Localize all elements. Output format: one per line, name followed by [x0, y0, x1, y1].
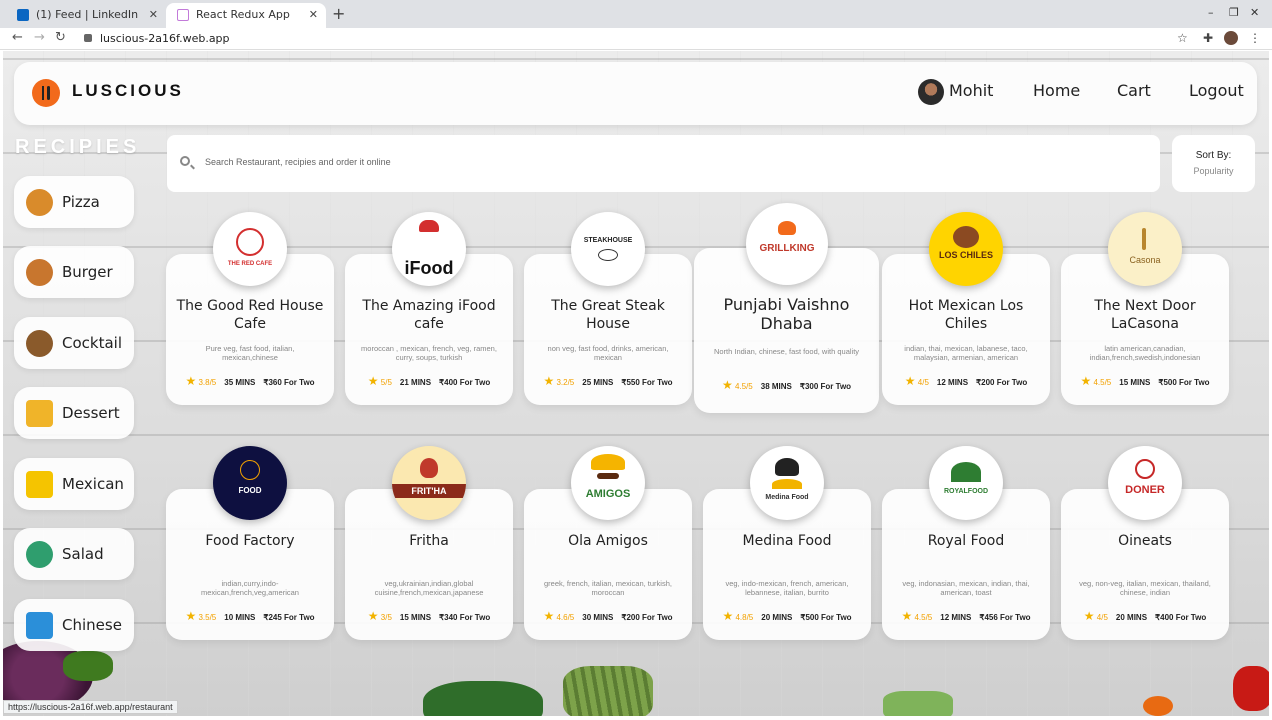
linkedin-icon [17, 9, 29, 21]
star-icon: ★ [1083, 609, 1095, 623]
status-url-tooltip: https://luscious-2a16f.web.app/restauran… [3, 700, 178, 714]
extensions-icon[interactable]: ✚ [1203, 31, 1213, 45]
close-window-icon[interactable]: ✕ [1250, 6, 1259, 19]
category-dessert[interactable]: Dessert [14, 387, 134, 439]
restaurant-logo: FOOD [213, 446, 287, 520]
category-chinese[interactable]: Chinese [14, 599, 134, 651]
search-bar[interactable]: Search Restaurant, recipies and order it… [167, 135, 1160, 192]
tab-label: React Redux App [196, 8, 290, 21]
dessert-icon [26, 400, 53, 427]
lock-icon [84, 34, 92, 42]
pepper-image [1233, 666, 1269, 711]
restaurant-logo: Medina Food [750, 446, 824, 520]
star-icon: ★ [185, 609, 197, 623]
minimize-icon[interactable]: – [1208, 6, 1214, 19]
restaurant-logo: GRILLKING [746, 203, 828, 285]
menu-dots-icon[interactable]: ⋮ [1249, 31, 1261, 45]
tomato-image [1143, 696, 1173, 716]
app-viewport: LUSCIOUS Mohit Home Cart Logout RECIPIES… [3, 51, 1269, 716]
asparagus-image [563, 666, 653, 716]
category-mexican[interactable]: Mexican [14, 458, 134, 510]
star-icon: ★ [367, 374, 379, 388]
restaurant-logo: LOS CHILES [929, 212, 1003, 286]
restaurant-logo: iFood [392, 212, 466, 286]
url-field[interactable]: luscious-2a16f.web.app [80, 30, 1190, 48]
taco-icon [26, 471, 53, 498]
browser-tab-bar: (1) Feed | LinkedIn ✕ React Redux App ✕ … [0, 0, 1272, 28]
tab-react-redux-app[interactable]: React Redux App ✕ [166, 3, 326, 28]
restaurant-logo: THE RED CAFE [213, 212, 287, 286]
search-input[interactable]: Search Restaurant, recipies and order it… [205, 157, 391, 167]
profile-avatar[interactable] [1224, 31, 1238, 45]
sort-value: Popularity [1193, 166, 1234, 176]
category-salad[interactable]: Salad [14, 528, 134, 580]
nav-cart-link[interactable]: Cart [1117, 81, 1151, 100]
user-avatar[interactable] [918, 79, 944, 105]
brand-name[interactable]: LUSCIOUS [72, 81, 184, 101]
burger-icon [26, 259, 53, 286]
star-icon: ★ [722, 609, 734, 623]
cocktail-icon [26, 330, 53, 357]
tab-linkedin[interactable]: (1) Feed | LinkedIn ✕ [6, 3, 166, 28]
star-icon: ★ [1080, 374, 1092, 388]
user-name[interactable]: Mohit [949, 81, 993, 100]
back-icon[interactable]: ← [12, 30, 23, 45]
top-navbar: LUSCIOUS Mohit Home Cart Logout [14, 62, 1257, 125]
category-pizza[interactable]: Pizza [14, 176, 134, 228]
restaurant-logo: DONER [1108, 446, 1182, 520]
cabbage-image [423, 681, 543, 716]
search-icon [180, 156, 190, 166]
new-tab-icon[interactable]: + [332, 4, 345, 23]
chinese-box-icon [26, 612, 53, 639]
restaurant-logo: AMIGOS [571, 446, 645, 520]
star-icon: ★ [185, 374, 197, 388]
sort-dropdown[interactable]: Sort By: Popularity [1172, 135, 1255, 192]
salad-icon [26, 541, 53, 568]
brand-logo-icon[interactable] [32, 79, 60, 107]
restaurant-logo: STEAKHOUSE [571, 212, 645, 286]
close-tab-icon[interactable]: ✕ [309, 3, 318, 27]
address-bar: ← → ↻ luscious-2a16f.web.app ☆ ✚ ⋮ [0, 28, 1272, 50]
star-icon: ★ [367, 609, 379, 623]
star-icon: ★ [721, 378, 733, 392]
restaurant-logo: FRIT'HA [392, 446, 466, 520]
nav-logout-link[interactable]: Logout [1189, 81, 1244, 100]
leaf-image [63, 651, 113, 681]
recipes-heading: RECIPIES [15, 136, 141, 158]
bookmark-star-icon[interactable]: ☆ [1177, 31, 1188, 45]
star-icon: ★ [901, 609, 913, 623]
reload-icon[interactable]: ↻ [55, 30, 66, 45]
star-icon: ★ [543, 374, 555, 388]
app-favicon-icon [177, 9, 189, 21]
restaurant-logo: ROYALFOOD [929, 446, 1003, 520]
category-burger[interactable]: Burger [14, 246, 134, 298]
pizza-icon [26, 189, 53, 216]
star-icon: ★ [904, 374, 916, 388]
celery-image [883, 691, 953, 716]
restaurant-logo: Casona [1108, 212, 1182, 286]
nav-home-link[interactable]: Home [1033, 81, 1080, 100]
tab-label: (1) Feed | LinkedIn [36, 8, 139, 21]
forward-icon[interactable]: → [34, 30, 45, 45]
restore-icon[interactable]: ❐ [1229, 6, 1239, 19]
category-cocktail[interactable]: Cocktail [14, 317, 134, 369]
close-tab-icon[interactable]: ✕ [149, 3, 158, 27]
star-icon: ★ [543, 609, 555, 623]
